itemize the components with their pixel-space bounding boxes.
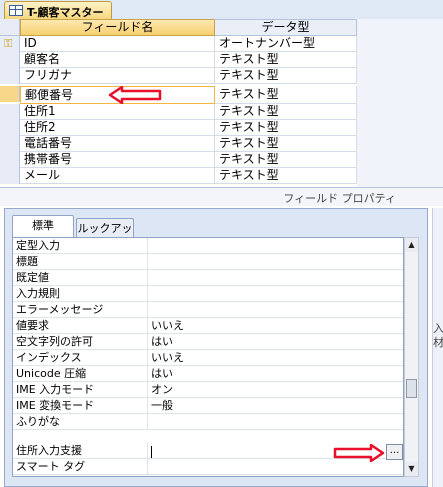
column-divider bbox=[147, 318, 148, 333]
column-divider bbox=[147, 254, 148, 269]
scroll-up-icon[interactable]: ▲ bbox=[405, 238, 418, 252]
property-row[interactable]: 定型入力 bbox=[13, 238, 403, 254]
property-name: IME 変換モード bbox=[16, 399, 95, 412]
field-name-cell[interactable]: ID bbox=[20, 36, 215, 52]
field-name-cell[interactable]: 携帯番号 bbox=[20, 152, 215, 168]
help-text: 入 材 bbox=[433, 322, 443, 349]
row-selector[interactable] bbox=[0, 68, 20, 84]
property-value[interactable]: オン bbox=[151, 382, 173, 397]
property-row[interactable]: 標題 bbox=[13, 254, 403, 270]
vertical-scrollbar[interactable]: ▲ ▼ bbox=[404, 237, 419, 477]
column-divider bbox=[147, 414, 148, 429]
property-name: 住所入力支援 bbox=[16, 444, 82, 457]
column-divider bbox=[147, 459, 148, 474]
scroll-down-icon[interactable]: ▼ bbox=[405, 462, 418, 476]
property-row[interactable]: インデックス いいえ bbox=[13, 350, 403, 366]
column-divider bbox=[147, 238, 148, 253]
property-value[interactable]: はい bbox=[151, 366, 173, 381]
property-name: 入力規則 bbox=[16, 287, 60, 300]
row-selector[interactable]: ⚿ bbox=[0, 36, 20, 52]
text-cursor bbox=[151, 446, 152, 458]
property-name: ふりがな bbox=[16, 415, 60, 428]
builder-button[interactable]: ... bbox=[386, 444, 403, 460]
primary-key-icon: ⚿ bbox=[4, 37, 13, 50]
property-row[interactable]: 空文字列の許可 はい bbox=[13, 334, 403, 350]
property-name: Unicode 圧縮 bbox=[16, 367, 87, 380]
property-name: 空文字列の許可 bbox=[16, 335, 93, 348]
property-value[interactable]: いいえ bbox=[151, 318, 184, 333]
row-selector[interactable] bbox=[0, 136, 20, 152]
row-selector[interactable] bbox=[0, 52, 20, 68]
tab-standard[interactable]: 標準 bbox=[12, 215, 74, 238]
column-divider bbox=[147, 334, 148, 349]
property-name: 定型入力 bbox=[16, 239, 60, 252]
property-name: 値要求 bbox=[16, 319, 49, 332]
property-row[interactable]: エラーメッセージ bbox=[13, 302, 403, 318]
tab-table-design[interactable]: T-顧客マスター bbox=[4, 1, 112, 19]
column-divider bbox=[147, 286, 148, 301]
property-row[interactable]: IME 入力モード オン bbox=[13, 382, 403, 398]
property-name: 標題 bbox=[16, 255, 38, 268]
row-selector[interactable] bbox=[0, 152, 20, 168]
property-row[interactable]: Unicode 圧縮 はい bbox=[13, 366, 403, 382]
row-selector-current[interactable] bbox=[0, 86, 20, 102]
data-type-cell[interactable]: テキスト型 bbox=[215, 86, 357, 104]
property-name: IME 入力モード bbox=[16, 383, 95, 396]
property-name: スマート タグ bbox=[16, 460, 86, 473]
property-sheet: 定型入力 標題 既定値 入力規則 エラーメッセージ 値要求 いいえ 空文字列の許可… bbox=[12, 237, 404, 477]
property-name: 既定値 bbox=[16, 271, 49, 284]
column-header-data-type[interactable]: データ型 bbox=[215, 19, 357, 36]
property-value[interactable]: はい bbox=[151, 334, 173, 349]
column-divider bbox=[147, 350, 148, 365]
column-divider bbox=[147, 270, 148, 285]
column-divider bbox=[147, 382, 148, 397]
column-divider bbox=[147, 366, 148, 381]
data-type-cell[interactable]: テキスト型 bbox=[215, 52, 357, 68]
column-divider bbox=[147, 398, 148, 413]
column-divider bbox=[147, 302, 148, 317]
row-selector[interactable] bbox=[0, 168, 20, 184]
property-row[interactable]: 既定値 bbox=[13, 270, 403, 286]
field-name-cell[interactable]: 電話番号 bbox=[20, 136, 215, 152]
scrollbar-thumb[interactable] bbox=[406, 379, 417, 398]
property-value[interactable]: いいえ bbox=[151, 350, 184, 365]
data-type-cell[interactable]: テキスト型 bbox=[215, 168, 357, 184]
property-row[interactable]: 入力規則 bbox=[13, 286, 403, 302]
data-type-cell[interactable]: テキスト型 bbox=[215, 120, 357, 136]
data-type-cell[interactable]: テキスト型 bbox=[215, 68, 357, 84]
table-icon bbox=[9, 5, 23, 16]
property-value[interactable]: 一般 bbox=[151, 398, 173, 413]
field-name-cell[interactable]: フリガナ bbox=[20, 68, 215, 84]
grid-description-area bbox=[357, 19, 443, 187]
tab-title: T-顧客マスター bbox=[27, 6, 104, 19]
data-type-cell[interactable]: オートナンバー型 bbox=[215, 36, 357, 52]
field-properties-label: フィールド プロパティ bbox=[283, 192, 396, 205]
tab-lookup[interactable]: ルックアップ bbox=[76, 218, 134, 254]
red-arrow-annotation bbox=[108, 86, 162, 104]
data-type-cell[interactable]: テキスト型 bbox=[215, 152, 357, 168]
field-name-cell[interactable]: 住所2 bbox=[20, 120, 215, 136]
field-name-cell[interactable]: メール bbox=[20, 168, 215, 184]
property-row[interactable]: ふりがな bbox=[13, 414, 403, 430]
field-name-cell[interactable]: 顧客名 bbox=[20, 52, 215, 68]
property-name: エラーメッセージ bbox=[16, 303, 104, 316]
column-divider bbox=[147, 443, 148, 458]
property-row[interactable]: 値要求 いいえ bbox=[13, 318, 403, 334]
property-row[interactable]: IME 変換モード 一般 bbox=[13, 398, 403, 414]
data-type-cell[interactable]: テキスト型 bbox=[215, 104, 357, 120]
data-type-cell[interactable]: テキスト型 bbox=[215, 136, 357, 152]
field-properties-band: フィールド プロパティ bbox=[0, 187, 443, 206]
property-name: インデックス bbox=[16, 351, 82, 364]
red-arrow-annotation-builder bbox=[333, 444, 385, 462]
column-header-field-name[interactable]: フィールド名 bbox=[20, 19, 215, 36]
row-selector[interactable] bbox=[0, 120, 20, 136]
grid-select-all[interactable] bbox=[0, 19, 20, 36]
row-selector[interactable] bbox=[0, 104, 20, 120]
field-name-cell[interactable]: 住所1 bbox=[20, 104, 215, 120]
